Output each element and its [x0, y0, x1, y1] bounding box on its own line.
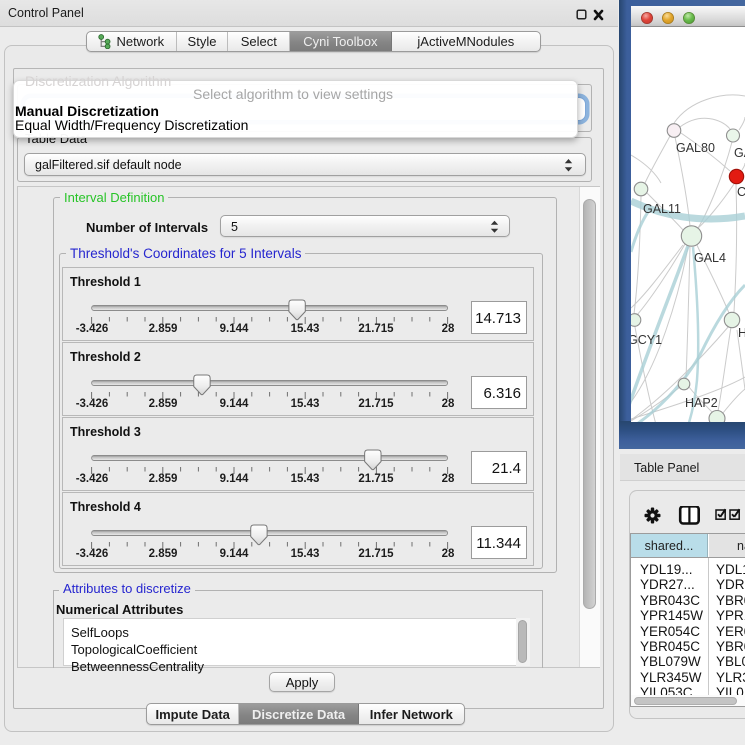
svg-text:HAP2: HAP2 — [685, 396, 718, 410]
svg-text:GAL4: GAL4 — [694, 251, 726, 265]
svg-text:GAL80: GAL80 — [676, 141, 715, 155]
svg-text:C: C — [737, 185, 745, 199]
svg-text:GA: GA — [734, 146, 745, 160]
svg-text:H: H — [738, 326, 745, 340]
svg-text:GAL11: GAL11 — [643, 202, 681, 216]
svg-text:GCY1: GCY1 — [631, 333, 662, 347]
